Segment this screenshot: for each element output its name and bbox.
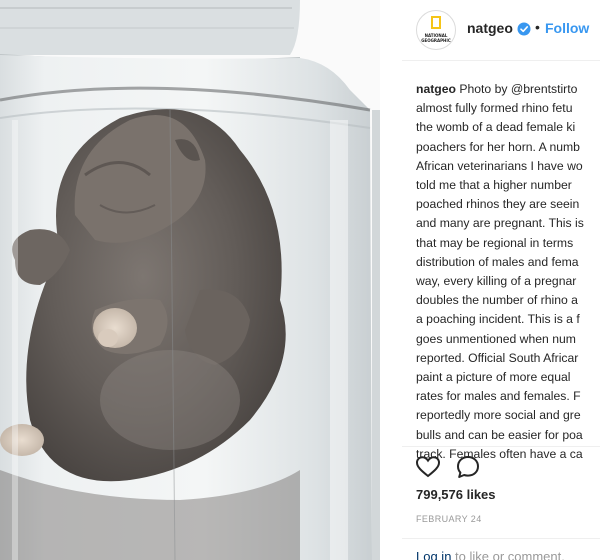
post-caption: natgeo Photo by @brentstirto almost full… — [416, 80, 600, 464]
caption-text: Photo by @brentstirto almost fully forme… — [416, 82, 584, 461]
login-link[interactable]: Log in — [416, 549, 451, 560]
like-count[interactable]: 799,576 likes — [416, 487, 496, 502]
comment-icon[interactable] — [455, 454, 481, 480]
username-link[interactable]: natgeo — [467, 20, 513, 36]
rhino-fetus-in-jar-image — [0, 0, 402, 560]
national-geographic-logo-icon — [431, 16, 441, 29]
post-date: FEBRUARY 24 — [416, 514, 482, 524]
header-separator: • — [535, 19, 540, 35]
verified-badge-icon — [517, 22, 531, 36]
post-side-panel: NATIONAL GEOGRAPHIC natgeo • Follow natg… — [402, 0, 600, 560]
avatar-logo-text-2: GEOGRAPHIC — [421, 38, 451, 43]
heart-icon[interactable] — [415, 454, 441, 480]
post-photo[interactable] — [0, 0, 402, 560]
caption-username-link[interactable]: natgeo — [416, 82, 456, 96]
avatar[interactable]: NATIONAL GEOGRAPHIC — [416, 10, 456, 50]
login-prompt-text: to like or comment. — [451, 549, 565, 560]
divider — [402, 538, 600, 539]
login-prompt: Log in to like or comment. — [416, 549, 565, 560]
follow-button[interactable]: Follow — [545, 20, 589, 36]
divider — [402, 446, 600, 447]
post-header: NATIONAL GEOGRAPHIC natgeo • Follow — [402, 0, 600, 61]
